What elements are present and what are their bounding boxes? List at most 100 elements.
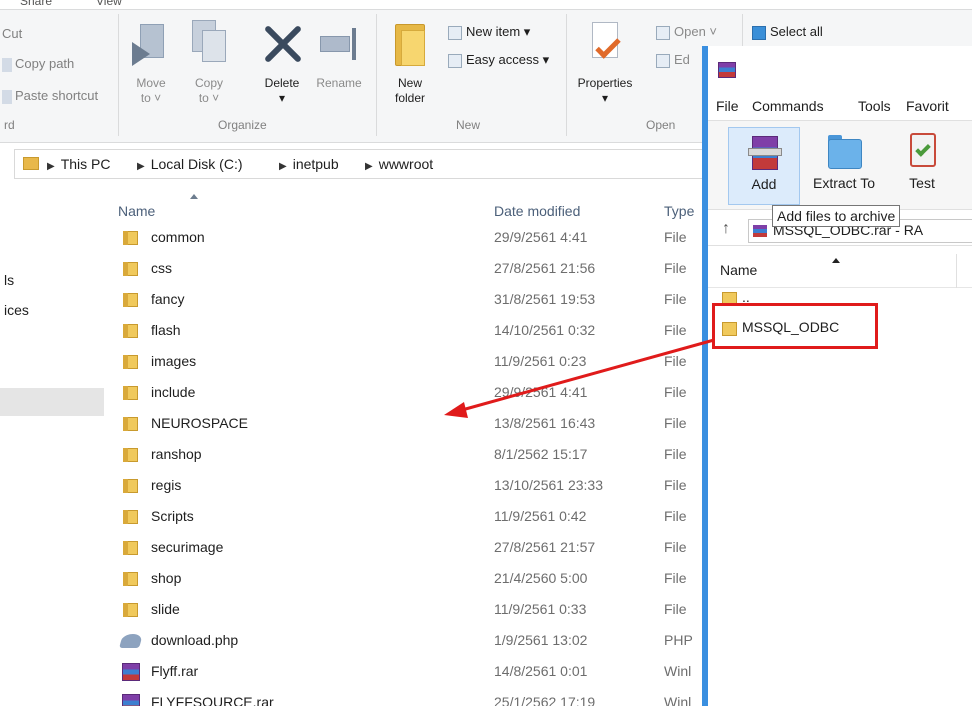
table-row[interactable]: images 11/9/2561 0:23 File <box>0 347 700 378</box>
add-archive-icon <box>746 132 782 172</box>
copy-to-button[interactable]: Copy to ˅ <box>186 18 232 106</box>
date-modified: 11/9/2561 0:42 <box>494 508 587 524</box>
paste-shortcut-button[interactable]: Paste shortcut <box>2 88 98 104</box>
file-name: FLYFFSOURCE.rar <box>151 694 274 706</box>
winrar-column-header: Name <box>708 254 972 288</box>
breadcrumb-local-disk[interactable]: ▶ Local Disk (C:) <box>137 156 243 172</box>
table-row[interactable]: slide 11/9/2561 0:33 File <box>0 595 700 626</box>
file-name: NEUROSPACE <box>151 415 248 431</box>
open-label: Open ˅ <box>674 24 718 39</box>
table-row[interactable]: flash 14/10/2561 0:32 File <box>0 316 700 347</box>
edit-button[interactable]: Ed <box>656 52 690 68</box>
delete-dropdown-chevron: ▾ <box>278 91 286 105</box>
breadcrumb-separator-icon: ▶ <box>365 161 373 172</box>
new-item-button[interactable]: New item ▾ <box>448 24 530 40</box>
organize-group-label: Organize <box>218 118 267 132</box>
edit-label: Ed <box>674 52 690 67</box>
rename-label: Rename <box>316 76 362 90</box>
open-button[interactable]: Open ˅ <box>656 24 717 40</box>
file-name: css <box>151 260 172 276</box>
table-row[interactable]: ranshop 8/1/2562 15:17 File <box>0 440 700 471</box>
copy-path-button[interactable]: Copy path <box>2 56 74 72</box>
file-name: regis <box>151 477 182 493</box>
date-modified: 11/9/2561 0:23 <box>494 353 587 369</box>
test-button[interactable]: Test <box>894 127 950 191</box>
column-header-name[interactable]: Name <box>720 262 757 278</box>
table-row[interactable]: regis 13/10/2561 23:33 File <box>0 471 700 502</box>
rename-button[interactable]: Rename <box>312 18 366 91</box>
breadcrumb-label: This PC <box>60 156 111 172</box>
date-modified: 8/1/2562 15:17 <box>494 446 588 462</box>
column-header-type[interactable]: Type <box>664 203 694 219</box>
file-type: File <box>664 446 687 462</box>
delete-button[interactable]: Delete ▾ <box>254 18 310 106</box>
file-name: download.php <box>151 632 239 648</box>
file-name: flash <box>151 322 181 338</box>
file-type: File <box>664 508 687 524</box>
move-to-button[interactable]: Move to ˅ <box>128 18 174 106</box>
breadcrumb-inetpub[interactable]: ▶ inetpub <box>279 156 339 172</box>
group-divider <box>118 14 119 136</box>
properties-checkmark-icon <box>582 18 628 70</box>
ribbon-tab-strip: Share View <box>0 0 972 10</box>
menu-tools[interactable]: Tools <box>858 98 891 114</box>
sort-ascending-icon <box>190 194 198 199</box>
file-name: Flyff.rar <box>151 663 199 679</box>
table-row[interactable]: Scripts 11/9/2561 0:42 File <box>0 502 700 533</box>
winrar-window: File Commands Tools Favorit Add Extract … <box>702 46 972 706</box>
red-highlight-box <box>712 303 878 349</box>
select-all-icon <box>752 25 766 40</box>
move-to-label: Move to ˅ <box>136 76 166 105</box>
properties-button[interactable]: Properties ▾ <box>572 18 638 106</box>
file-type: File <box>664 570 687 586</box>
easy-access-button[interactable]: Easy access ▾ <box>448 52 549 68</box>
table-row[interactable]: download.php 1/9/2561 13:02 PHP <box>0 626 700 657</box>
tab-view[interactable]: View <box>96 0 122 8</box>
sort-ascending-icon <box>832 258 840 263</box>
menu-file[interactable]: File <box>716 98 739 114</box>
select-all-button[interactable]: Select all <box>752 24 823 40</box>
properties-label: Properties <box>577 76 633 90</box>
folder-icon <box>123 324 138 338</box>
extract-to-button[interactable]: Extract To <box>806 127 882 191</box>
table-row[interactable]: shop 21/4/2560 5:00 File <box>0 564 700 595</box>
winrar-titlebar[interactable] <box>708 46 972 90</box>
menu-favorites[interactable]: Favorit <box>906 98 949 114</box>
open-group-label: Open <box>646 118 676 132</box>
table-row[interactable]: Flyff.rar 14/8/2561 0:01 Winl <box>0 657 700 688</box>
table-row[interactable]: fancy 31/8/2561 19:53 File <box>0 285 700 316</box>
add-tooltip: Add files to archive <box>772 205 901 227</box>
table-row[interactable]: FLYFFSOURCE.rar 25/1/2562 17:19 Winl <box>0 688 700 706</box>
up-arrow-icon[interactable]: ↑ <box>722 220 730 238</box>
new-folder-label: New folder <box>394 76 426 105</box>
tab-share[interactable]: Share <box>20 0 52 8</box>
test-clipboard-icon <box>904 131 940 171</box>
add-button[interactable]: Add <box>728 127 800 205</box>
paste-shortcut-icon <box>2 89 12 104</box>
date-modified: 21/4/2560 5:00 <box>494 570 588 586</box>
open-icon <box>656 25 670 40</box>
date-modified: 27/8/2561 21:56 <box>494 260 596 276</box>
address-bar[interactable]: ▶ This PC ▶ Local Disk (C:) ▶ inetpub ▶ wwwr… <box>14 149 714 179</box>
breadcrumb-this-pc[interactable]: ▶ This PC <box>47 156 111 172</box>
column-header-date[interactable]: Date modified <box>494 203 580 219</box>
folder-icon <box>123 417 138 431</box>
table-row[interactable]: securimage 27/8/2561 21:57 File <box>0 533 700 564</box>
breadcrumb-label: wwwroot <box>378 156 434 172</box>
date-modified: 25/1/2562 17:19 <box>494 694 596 706</box>
table-row[interactable]: css 27/8/2561 21:56 File <box>0 254 700 285</box>
cut-label: Cut <box>2 26 23 41</box>
menu-commands[interactable]: Commands <box>752 98 824 114</box>
column-header-name[interactable]: Name <box>118 203 155 219</box>
copy-path-label: Copy path <box>15 56 75 71</box>
cut-button[interactable]: Cut <box>2 26 22 41</box>
group-divider <box>376 14 377 136</box>
date-modified: 31/8/2561 19:53 <box>494 291 596 307</box>
winrar-toolbar: Add Extract To Test <box>708 120 972 210</box>
new-folder-button[interactable]: New folder <box>384 18 436 106</box>
breadcrumb-wwwroot[interactable]: ▶ wwwroot <box>365 156 433 172</box>
file-type: File <box>664 322 687 338</box>
table-row[interactable]: NEUROSPACE 13/8/2561 16:43 File <box>0 409 700 440</box>
table-row[interactable]: common 29/9/2561 4:41 File <box>0 223 700 254</box>
table-row[interactable]: include 29/9/2561 4:41 File <box>0 378 700 409</box>
